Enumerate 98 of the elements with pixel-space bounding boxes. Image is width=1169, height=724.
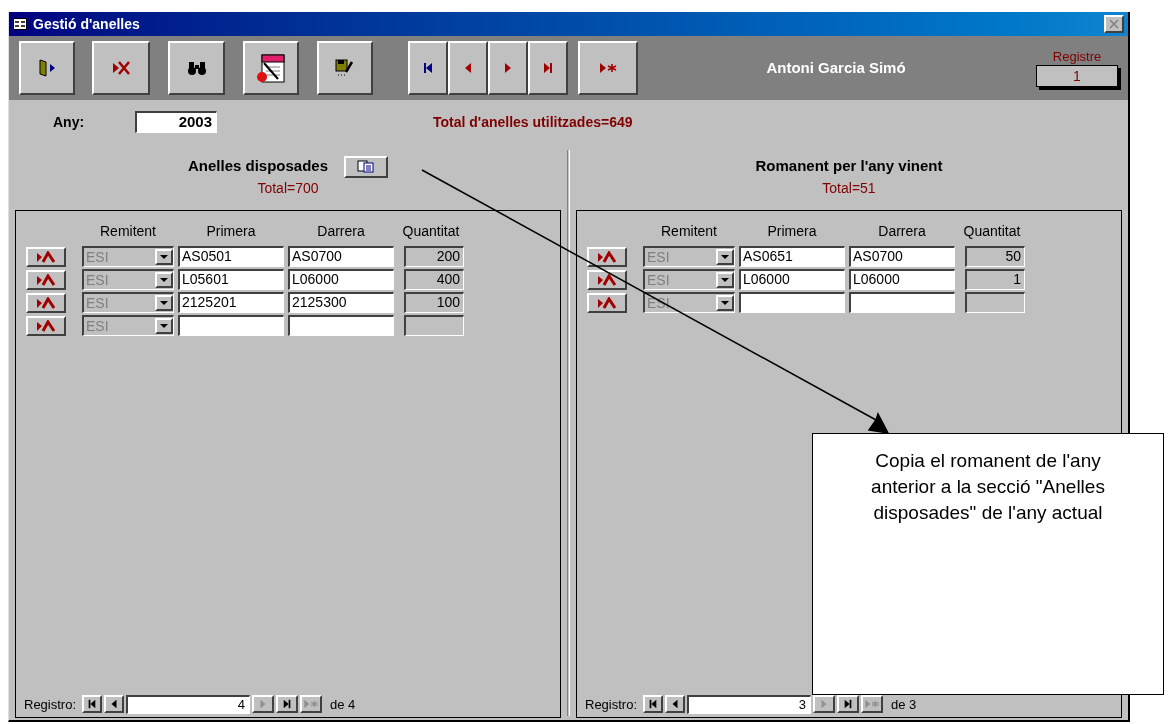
previous-record-icon [670, 699, 681, 710]
new-record-button[interactable] [578, 41, 638, 95]
binoculars-icon [186, 60, 207, 76]
year-field[interactable]: 2003 [135, 111, 217, 133]
report-button[interactable] [243, 41, 299, 95]
last-ring-field[interactable]: AS0700 [288, 246, 394, 267]
first-ring-field[interactable]: L05601 [178, 269, 284, 290]
row-button[interactable] [587, 269, 627, 290]
first-ring-field[interactable]: AS0501 [178, 246, 284, 267]
door-icon [37, 58, 57, 78]
record-navigation-button[interactable] [408, 41, 448, 95]
copy-button[interactable] [344, 155, 389, 178]
first-record-icon [422, 62, 434, 74]
record-number-field[interactable]: 4 [126, 694, 251, 714]
first-ring-field[interactable]: AS0651 [739, 246, 845, 267]
section-total: Total=51 [822, 178, 876, 198]
column-header: Darrera [316, 222, 366, 241]
record-count: de 4 [330, 695, 356, 714]
row-button[interactable] [26, 315, 66, 336]
row-button[interactable] [26, 292, 66, 313]
quantity-field: 100 [404, 292, 464, 313]
quantity-field [404, 315, 464, 336]
record-navigation-button[interactable] [488, 41, 528, 95]
section-total: Total=700 [257, 178, 319, 198]
record-navigation-button[interactable] [448, 41, 488, 95]
last-ring-field[interactable] [849, 292, 955, 313]
column-header: Remitent [660, 222, 718, 241]
column-header: Quantitat [962, 222, 1022, 241]
close-button[interactable] [1104, 15, 1124, 33]
arrow-icon [36, 296, 56, 309]
record-nav-button[interactable] [82, 695, 103, 714]
new-record-icon [864, 699, 881, 710]
row-button[interactable] [26, 246, 66, 267]
cross-icon [111, 60, 131, 76]
exit-button[interactable] [19, 41, 75, 95]
last-ring-field[interactable]: AS0700 [849, 246, 955, 267]
column-header: Primera [205, 222, 257, 241]
quantity-field: 50 [965, 246, 1025, 267]
arrow-icon [36, 319, 56, 332]
last-ring-field[interactable]: L06000 [288, 269, 394, 290]
copy-icon [357, 160, 376, 173]
quantity-field: 400 [404, 269, 464, 290]
notepad-icon [254, 51, 288, 85]
first-ring-field[interactable]: 2125201 [178, 292, 284, 313]
record-counter: 1 [1036, 65, 1118, 87]
column-header: Quantitat [401, 222, 461, 241]
column-header: Remitent [99, 222, 157, 241]
record-nav-button[interactable] [276, 695, 299, 714]
callout-box: Copia el romanent de l'any anterior a la secció "Anelles disposades" de l'any actual [812, 433, 1164, 695]
column-header: Darrera [877, 222, 927, 241]
save-button[interactable] [317, 41, 373, 95]
arrow-icon [597, 250, 617, 263]
first-record-icon [648, 699, 659, 710]
arrow-icon [36, 250, 56, 263]
record-nav-button[interactable] [665, 695, 686, 714]
first-ring-field[interactable] [178, 315, 284, 336]
first-ring-field[interactable]: L06000 [739, 269, 845, 290]
new-record-icon [599, 62, 617, 74]
record-label: Registre [1052, 49, 1102, 65]
section-title: Romanent per l'any vinent [755, 156, 943, 177]
search-button[interactable] [168, 41, 225, 95]
navigator-label: Registro: [24, 695, 77, 714]
arrow-icon [597, 296, 617, 309]
record-nav-button[interactable] [837, 695, 860, 714]
year-label: Any: [53, 112, 86, 132]
total-used: Total d'anelles utilitzades=649 [433, 112, 633, 132]
new-record-icon [303, 699, 320, 710]
row-button[interactable] [26, 269, 66, 290]
last-ring-field[interactable] [288, 315, 394, 336]
last-record-icon [282, 699, 293, 710]
last-ring-field[interactable]: L06000 [849, 269, 955, 290]
quantity-field [965, 292, 1025, 313]
column-header: Primera [766, 222, 818, 241]
save-icon [334, 58, 356, 78]
arrow-icon [36, 273, 56, 286]
first-ring-field[interactable] [739, 292, 845, 313]
window-title: Gestió d'anelles [33, 14, 141, 34]
arrow-icon [597, 273, 617, 286]
previous-record-icon [109, 699, 120, 710]
quantity-field: 1 [965, 269, 1025, 290]
row-button[interactable] [587, 246, 627, 267]
record-count: de 3 [891, 695, 917, 714]
form-icon [13, 18, 27, 30]
record-nav-button[interactable] [104, 695, 125, 714]
record-number-field[interactable]: 3 [687, 694, 812, 714]
record-navigation-button[interactable] [528, 41, 568, 95]
record-nav-button[interactable] [643, 695, 664, 714]
row-button[interactable] [587, 292, 627, 313]
close-icon [1109, 19, 1119, 29]
first-record-icon [87, 699, 98, 710]
navigator-label: Registro: [585, 695, 638, 714]
user-name: Antoni Garcia Simó [766, 57, 906, 78]
delete-button[interactable] [92, 41, 150, 95]
last-record-icon [542, 62, 554, 74]
quantity-field: 200 [404, 246, 464, 267]
last-ring-field[interactable]: 2125300 [288, 292, 394, 313]
section-title: Anelles disposades [187, 156, 329, 177]
last-record-icon [843, 699, 854, 710]
